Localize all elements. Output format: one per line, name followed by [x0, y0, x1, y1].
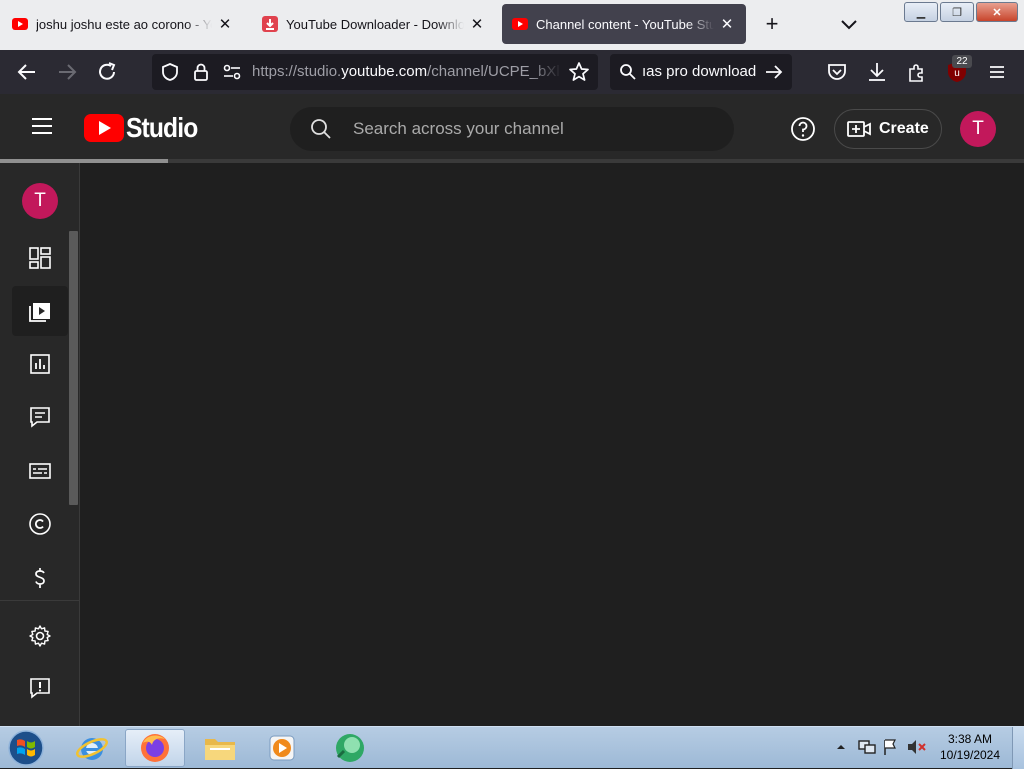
- folder-icon: [205, 739, 235, 760]
- url-text[interactable]: https://studio.youtube.com/channel/UCPE_…: [252, 54, 562, 90]
- minimize-button[interactable]: ▁: [904, 2, 938, 22]
- browser-tab-1[interactable]: joshu joshu este ao corono - YouTube ✕: [2, 4, 244, 44]
- back-icon[interactable]: [15, 60, 39, 84]
- lock-icon[interactable]: [192, 62, 210, 82]
- close-tab-icon[interactable]: ✕: [718, 15, 736, 33]
- create-video-icon: [847, 121, 871, 137]
- taskbar-firefox[interactable]: [125, 729, 185, 767]
- extensions-icon[interactable]: [905, 60, 929, 84]
- tab-title: YouTube Downloader - Download: [286, 16, 464, 32]
- taskbar-file-explorer[interactable]: [190, 729, 250, 767]
- taskbar-clock[interactable]: 3:38 AM 10/19/2024: [936, 731, 1004, 763]
- network-icon[interactable]: [858, 739, 876, 755]
- firefox-icon: [141, 734, 169, 762]
- taskbar-chat-app[interactable]: [320, 729, 380, 767]
- downloader-icon: [262, 16, 278, 32]
- downloads-icon[interactable]: [865, 60, 889, 84]
- tab-title: Channel content - YouTube Studio: [536, 16, 714, 32]
- pocket-icon[interactable]: [825, 60, 849, 84]
- channel-search[interactable]: Search across your channel: [290, 107, 734, 151]
- browser-navbar: https://studio.youtube.com/channel/UCPE_…: [0, 50, 1024, 94]
- browser-tab-3-active[interactable]: Channel content - YouTube Studio ✕: [502, 4, 746, 44]
- close-window-button[interactable]: ✕: [976, 2, 1018, 22]
- show-desktop-button[interactable]: [1012, 727, 1024, 769]
- sidebar-item-subtitles[interactable]: [12, 446, 68, 496]
- content-icon: [29, 303, 50, 322]
- close-tab-icon[interactable]: ✕: [468, 15, 486, 33]
- youtube-icon: [12, 18, 28, 30]
- forward-icon[interactable]: [55, 60, 79, 84]
- sidebar-item-content[interactable]: [12, 286, 68, 336]
- create-button[interactable]: Create: [834, 109, 942, 149]
- account-avatar[interactable]: T: [960, 111, 996, 147]
- main-content-area: [80, 163, 1024, 726]
- feedback-icon: [30, 678, 50, 699]
- search-text: ıas pro download: [642, 63, 757, 80]
- shield-icon[interactable]: [160, 62, 180, 82]
- sidebar-item-earn[interactable]: [12, 553, 68, 603]
- dashboard-icon: [29, 247, 51, 269]
- tab-title: joshu joshu este ao corono - YouTube: [36, 16, 212, 32]
- show-hidden-icons-icon[interactable]: [836, 742, 846, 752]
- sidebar-item-settings[interactable]: [12, 611, 68, 661]
- volume-muted-icon[interactable]: [906, 738, 926, 756]
- sidebar-scrollbar[interactable]: [69, 231, 78, 505]
- url-bar[interactable]: https://studio.youtube.com/channel/UCPE_…: [152, 54, 598, 90]
- youtube-logo-icon: [84, 114, 124, 142]
- close-tab-icon[interactable]: ✕: [216, 15, 234, 33]
- dollar-icon: [35, 568, 45, 588]
- hamburger-menu-icon[interactable]: [30, 116, 54, 136]
- copyright-icon: [29, 513, 51, 535]
- studio-sidebar: T: [0, 163, 80, 726]
- url-host: youtube.com: [341, 63, 428, 80]
- media-player-icon: [269, 735, 295, 761]
- list-all-tabs-icon[interactable]: [838, 12, 860, 36]
- subtitles-icon: [29, 463, 51, 479]
- sidebar-item-feedback[interactable]: [12, 663, 68, 713]
- search-icon: [311, 119, 331, 139]
- youtube-icon: [512, 18, 528, 30]
- clock-date: 10/19/2024: [939, 748, 1001, 762]
- permissions-icon[interactable]: [222, 63, 242, 81]
- windows-taskbar: 3:38 AM 10/19/2024: [0, 726, 1024, 769]
- sidebar-item-copyright[interactable]: [12, 499, 68, 549]
- clock-time: 3:38 AM: [947, 732, 993, 746]
- browser-tab-strip: joshu joshu este ao corono - YouTube ✕ Y…: [0, 0, 1024, 50]
- channel-search-placeholder: Search across your channel: [353, 119, 564, 138]
- bookmark-star-icon[interactable]: [568, 61, 590, 83]
- extension-badge: 22: [952, 55, 972, 68]
- url-prefix: https://studio.: [252, 63, 342, 80]
- reload-icon[interactable]: [95, 60, 119, 84]
- internet-explorer-icon: [76, 738, 108, 760]
- svg-text:u: u: [954, 68, 960, 79]
- taskbar-internet-explorer[interactable]: [62, 729, 122, 767]
- menu-icon[interactable]: [985, 60, 1009, 84]
- start-button-icon[interactable]: [6, 729, 46, 767]
- search-icon: [620, 64, 636, 80]
- channel-avatar[interactable]: T: [22, 183, 58, 219]
- go-arrow-icon[interactable]: [764, 63, 784, 81]
- sidebar-item-dashboard[interactable]: [12, 233, 68, 283]
- restore-button[interactable]: ❐: [940, 2, 974, 22]
- sidebar-divider: [0, 600, 79, 601]
- analytics-icon: [30, 354, 50, 374]
- window-controls: ▁ ❐ ✕: [902, 2, 1018, 22]
- help-icon[interactable]: [790, 116, 816, 142]
- action-center-flag-icon[interactable]: [882, 738, 898, 756]
- sidebar-item-comments[interactable]: [12, 392, 68, 442]
- studio-logo[interactable]: Studio: [84, 112, 207, 143]
- chat-app-icon: [336, 734, 364, 762]
- sidebar-item-analytics[interactable]: [12, 339, 68, 389]
- url-path: /channel/UCPE_bXl: [427, 63, 560, 80]
- web-search-box[interactable]: ıas pro download: [610, 54, 792, 90]
- new-tab-button[interactable]: +: [760, 12, 784, 36]
- studio-header: Studio Search across your channel Create…: [0, 94, 1024, 160]
- create-label: Create: [879, 120, 929, 137]
- gear-icon: [29, 625, 51, 647]
- browser-tab-2[interactable]: YouTube Downloader - Download ✕: [252, 4, 496, 44]
- studio-logo-text: Studio: [126, 112, 198, 143]
- comments-icon: [30, 407, 50, 428]
- taskbar-media-player[interactable]: [252, 729, 312, 767]
